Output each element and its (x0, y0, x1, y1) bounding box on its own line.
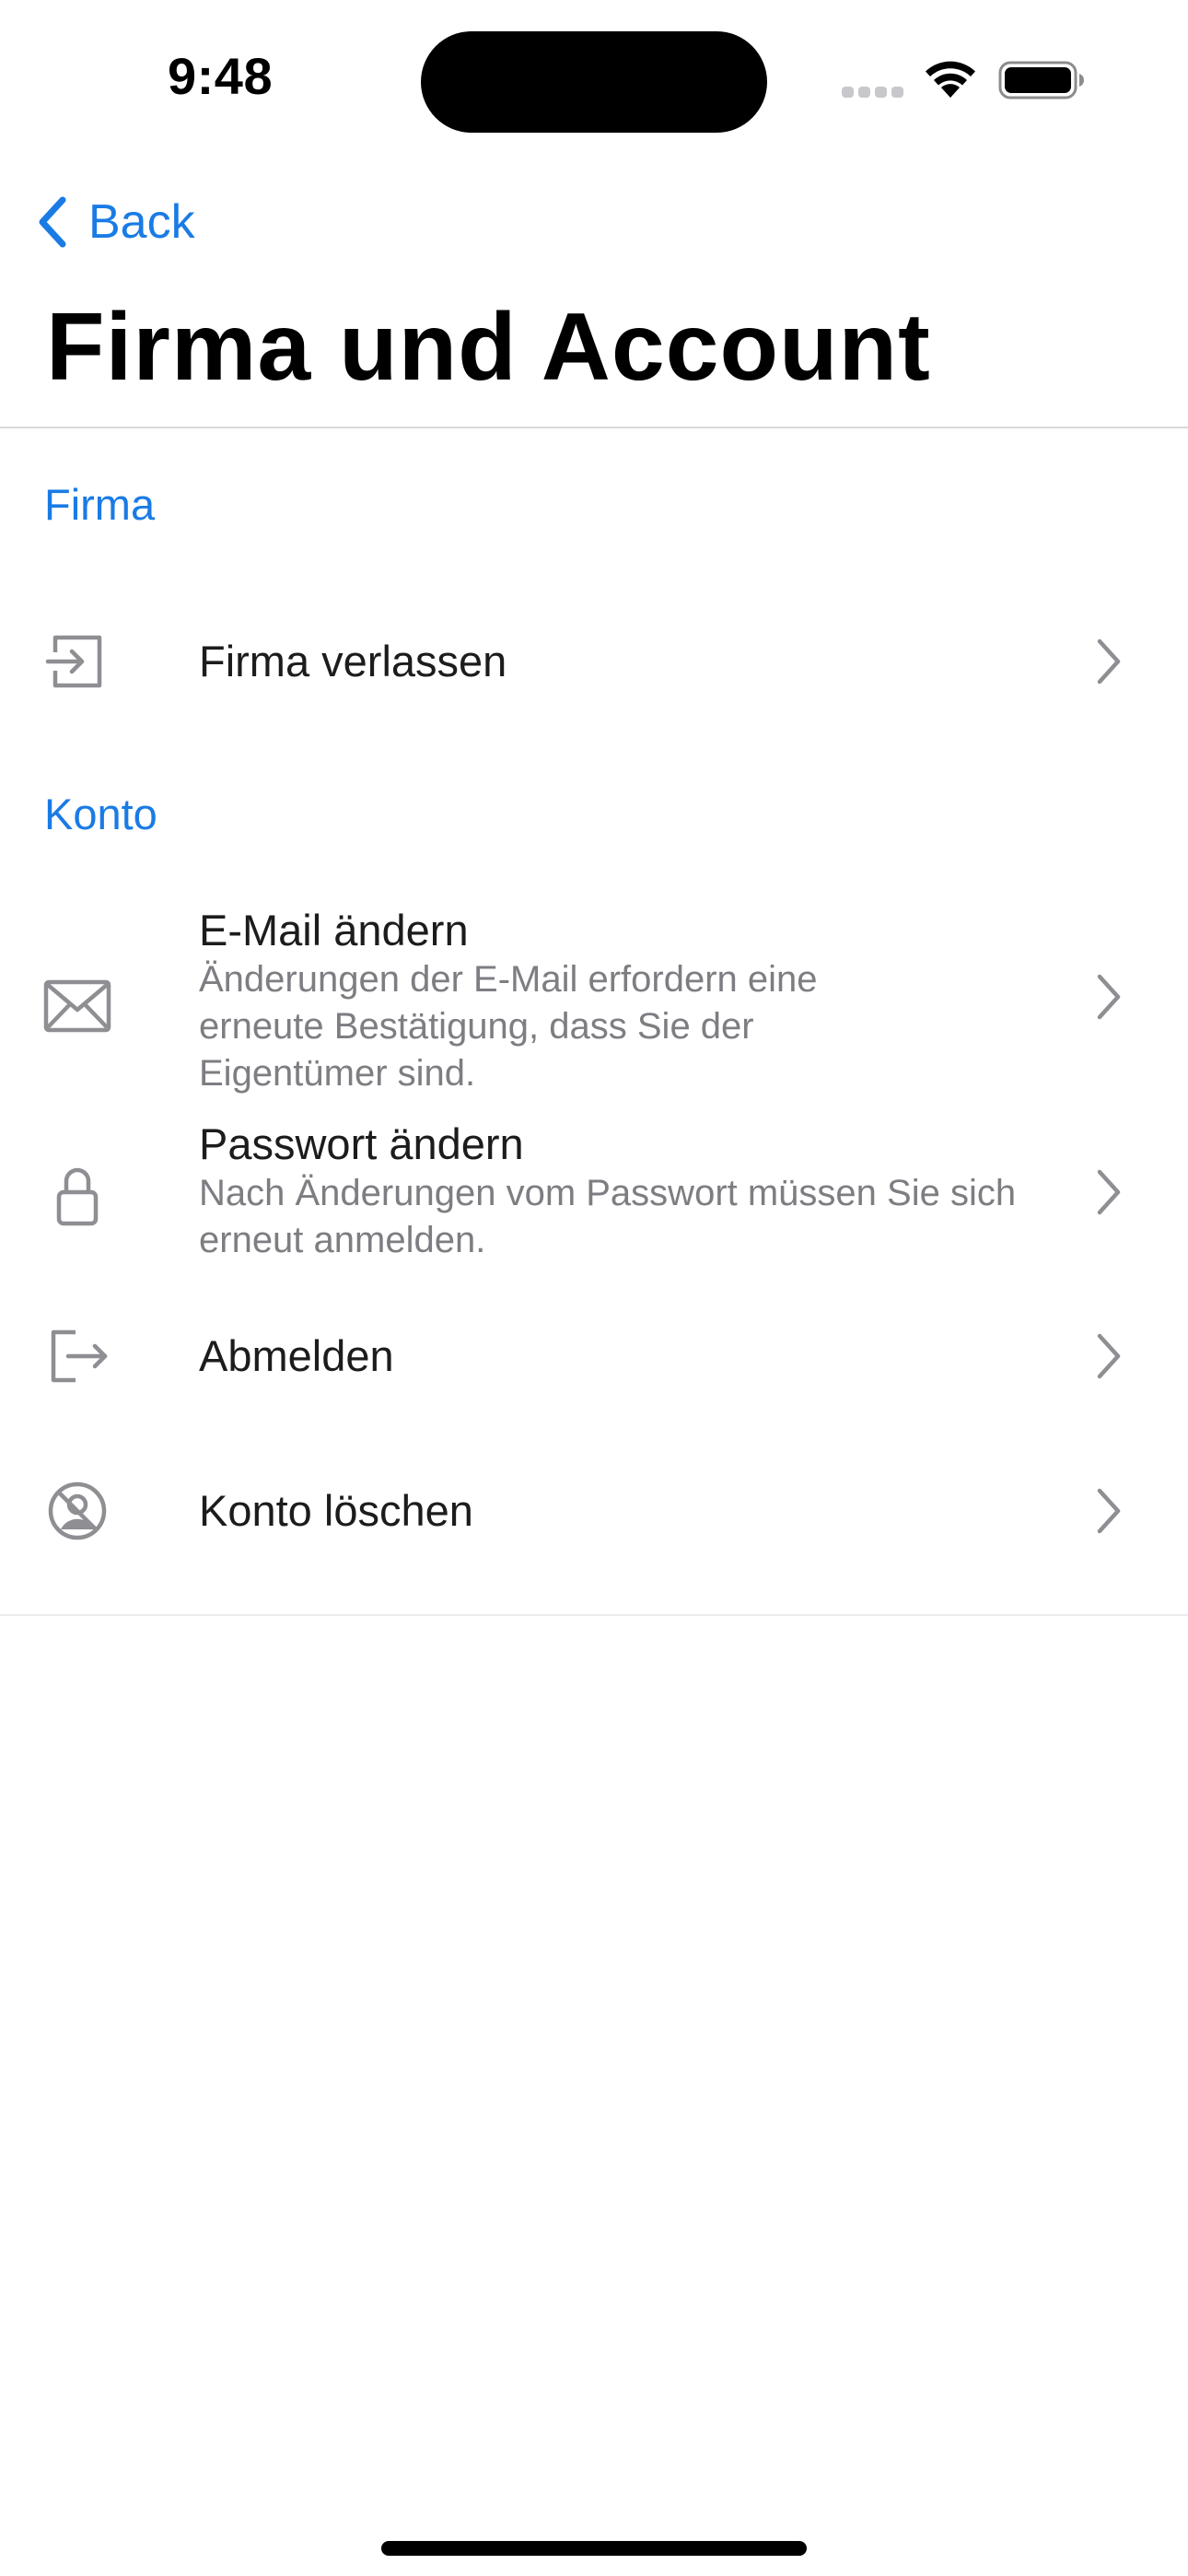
wifi-icon (921, 57, 980, 101)
list-item-email-aendern[interactable]: E-Mail ändern Änderungen der E-Mail erfo… (0, 899, 1188, 1115)
chevron-right-icon (1090, 969, 1127, 1025)
back-button-label: Back (88, 195, 195, 249)
list-bottom-divider (0, 1614, 1188, 1616)
list-item-title: Abmelden (199, 1331, 394, 1380)
envelope-icon (41, 969, 114, 1043)
list-item-title: Konto löschen (199, 1486, 473, 1535)
status-time: 9:48 (168, 47, 274, 105)
section-header-firma: Firma (44, 480, 156, 529)
page-title: Firma und Account (46, 294, 931, 401)
list-item-title: E-Mail ändern (199, 906, 469, 954)
logout-icon (41, 1319, 114, 1393)
header-divider (0, 427, 1188, 428)
enter-arrow-box-icon (41, 625, 114, 698)
status-bar: 9:48 (0, 0, 1188, 157)
lock-icon (41, 1159, 114, 1233)
section-header-konto: Konto (44, 790, 157, 838)
chevron-right-icon (1090, 1329, 1127, 1384)
list-item-abmelden[interactable]: Abmelden (0, 1294, 1188, 1419)
list-item-passwort-aendern[interactable]: Passwort ändern Nach Änderungen vom Pass… (0, 1115, 1188, 1281)
chevron-right-icon (1090, 634, 1127, 689)
chevron-left-icon (39, 196, 66, 248)
list-item-firma-verlassen[interactable]: Firma verlassen (0, 599, 1188, 724)
list-item-konto-loeschen[interactable]: Konto löschen (0, 1448, 1188, 1574)
battery-icon (998, 61, 1085, 100)
home-indicator[interactable] (381, 2541, 807, 2556)
chevron-right-icon (1090, 1165, 1127, 1220)
cellular-signal-icon (842, 87, 904, 98)
list-item-title: Passwort ändern (199, 1119, 524, 1168)
list-item-subtitle: Änderungen der E-Mail erfordern eine ern… (199, 959, 818, 1094)
dynamic-island (421, 31, 767, 133)
list-item-subtitle: Nach Änderungen vom Passwort müssen Sie … (199, 1173, 1017, 1260)
list-item-title: Firma verlassen (199, 637, 507, 685)
back-button[interactable]: Back (35, 190, 195, 254)
chevron-right-icon (1090, 1483, 1127, 1539)
delete-account-icon (41, 1474, 114, 1548)
